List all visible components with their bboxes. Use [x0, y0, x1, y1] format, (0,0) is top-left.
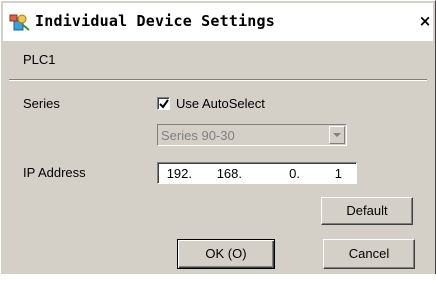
series-label: Series [23, 96, 60, 111]
chevron-down-icon [333, 133, 341, 137]
use-autoselect-checkbox[interactable] [157, 97, 170, 110]
bottom-margin [0, 274, 436, 285]
series-select-value: Series 90-30 [161, 128, 235, 143]
individual-device-settings-dialog: Individual Device Settings × PLC1 Series… [0, 0, 436, 285]
separator [9, 79, 427, 81]
ip-octet-4[interactable]: 1 [328, 166, 342, 181]
cancel-button[interactable]: Cancel [323, 239, 415, 269]
ip-octet-2[interactable]: 168. [212, 166, 242, 181]
series-dropdown-button [329, 126, 345, 144]
device-settings-icon [9, 12, 31, 32]
title-bar[interactable]: Individual Device Settings × [3, 3, 433, 41]
ip-octet-3[interactable]: 0. [280, 166, 300, 181]
ip-octet-1[interactable]: 192. [162, 166, 192, 181]
ip-address-input[interactable]: 192. 168. 0. 1 [157, 162, 357, 184]
ok-button[interactable]: OK (O) [177, 239, 275, 269]
use-autoselect-label[interactable]: Use AutoSelect [176, 96, 265, 111]
ip-address-label: IP Address [23, 165, 86, 180]
checkmark-icon [159, 99, 169, 109]
dialog-title: Individual Device Settings [35, 12, 275, 30]
close-button[interactable]: × [415, 10, 435, 32]
device-name-label: PLC1 [23, 52, 56, 67]
default-button[interactable]: Default [321, 197, 413, 225]
series-select: Series 90-30 [157, 124, 347, 146]
